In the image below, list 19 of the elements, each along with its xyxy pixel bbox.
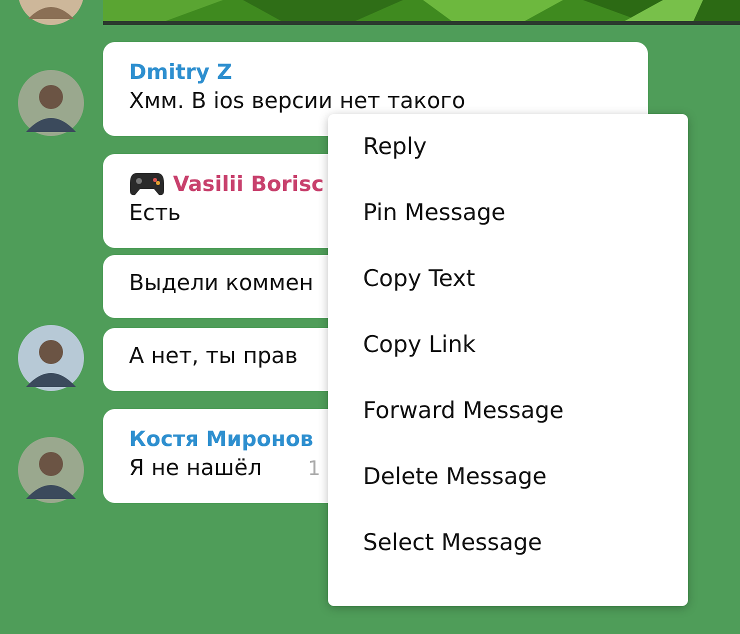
menu-item[interactable]: Pin Message <box>328 180 688 246</box>
avatar[interactable] <box>18 325 84 391</box>
sender-name[interactable]: Костя Миронов <box>129 426 314 450</box>
menu-item[interactable]: Reply <box>328 114 688 180</box>
avatar[interactable] <box>18 437 84 503</box>
menu-item[interactable]: Select Message <box>328 510 688 576</box>
message-text: А нет, ты прав <box>129 344 298 369</box>
sender-name[interactable]: Dmitry Z <box>129 60 232 84</box>
message-time: 1 <box>308 456 321 480</box>
message-text: Я не нашёл <box>129 456 262 481</box>
message-text: Выдели коммен <box>129 271 314 296</box>
message-text: Хмм. В ios версии нет такого <box>129 89 466 114</box>
menu-item[interactable]: Copy Link <box>328 312 688 378</box>
avatar[interactable] <box>18 70 84 136</box>
menu-item[interactable]: Copy Text <box>328 246 688 312</box>
message-text: Есть <box>129 201 181 226</box>
menu-item[interactable]: Delete Message <box>328 444 688 510</box>
sender-name[interactable]: Vasilii Borisc <box>173 172 324 196</box>
menu-item[interactable]: Forward Message <box>328 378 688 444</box>
